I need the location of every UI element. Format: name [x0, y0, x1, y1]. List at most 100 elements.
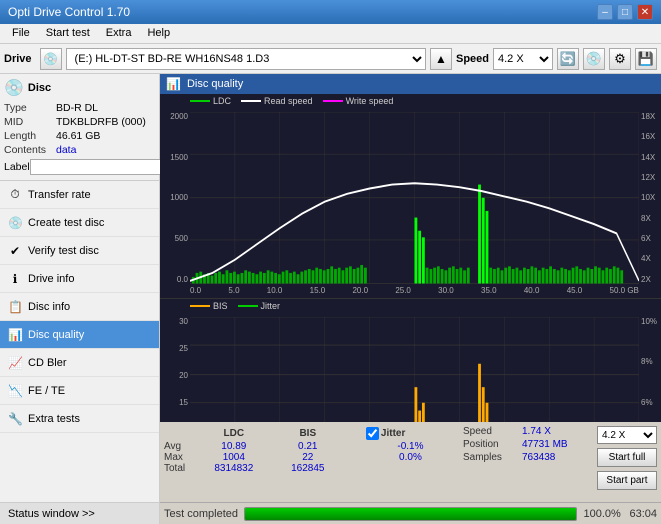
y-label-right: 8% — [641, 357, 659, 366]
eject-button[interactable]: ▲ — [430, 48, 452, 70]
x-label: 50.0 GB — [610, 286, 639, 295]
sidebar-item-cd-bler[interactable]: 📈 CD Bler — [0, 349, 159, 377]
sidebar-item-disc-info[interactable]: 📋 Disc info — [0, 293, 159, 321]
sidebar-item-extra-tests[interactable]: 🔧 Extra tests — [0, 405, 159, 433]
stats-row-max: Max 1004 22 0.0% — [164, 452, 459, 463]
speed-select[interactable]: 4.2 X — [493, 48, 553, 70]
y-label-right: 16X — [641, 132, 659, 141]
x-axis-upper: 0.0 5.0 10.0 15.0 20.0 25.0 30.0 35.0 40… — [190, 284, 639, 298]
y-label-right: 6% — [641, 398, 659, 407]
max-ldc: 1004 — [194, 452, 274, 463]
stats-row-total: Total 8314832 162845 — [164, 463, 459, 474]
disc-button[interactable]: 💿 — [583, 48, 605, 70]
sidebar-item-create-test-disc[interactable]: 💿 Create test disc — [0, 209, 159, 237]
speed-row-label: Speed — [463, 426, 518, 437]
content-status-bar: Test completed 100.0% 63:04 — [160, 502, 661, 524]
create-disc-icon: 💿 — [8, 216, 22, 230]
extra-tests-icon: 🔧 — [8, 412, 22, 426]
bis-label: BIS — [213, 301, 228, 311]
refresh-button[interactable]: 🔄 — [557, 48, 579, 70]
jitter-legend: Jitter — [238, 301, 281, 311]
drive-icon-button[interactable]: 💿 — [40, 48, 62, 70]
sidebar-item-transfer-rate[interactable]: ⏱ Transfer rate — [0, 181, 159, 209]
menu-file[interactable]: File — [4, 26, 38, 41]
y-label-right: 10% — [641, 317, 659, 326]
app-title: Opti Drive Control 1.70 — [8, 5, 130, 19]
disc-label-input[interactable] — [30, 159, 168, 175]
nav-section: ⏱ Transfer rate 💿 Create test disc ✔ Ver… — [0, 181, 159, 502]
drive-label: Drive — [4, 53, 32, 65]
y-label: 30 — [162, 317, 188, 326]
transfer-rate-icon: ⏱ — [8, 187, 22, 202]
disc-quality-icon: 📊 — [8, 328, 22, 342]
total-bis: 162845 — [274, 463, 342, 474]
save-button[interactable]: 💾 — [635, 48, 657, 70]
y-label-right: 12X — [641, 173, 659, 182]
start-part-button[interactable]: Start part — [597, 471, 657, 490]
y-label-right: 2X — [641, 275, 659, 284]
menu-help[interactable]: Help — [139, 26, 178, 41]
y-label: 0.0 — [162, 275, 188, 284]
sidebar-item-fe-te[interactable]: 📉 FE / TE — [0, 377, 159, 405]
sidebar-item-disc-quality[interactable]: 📊 Disc quality — [0, 321, 159, 349]
sidebar-item-drive-info[interactable]: ℹ Drive info — [0, 265, 159, 293]
sidebar-item-verify-test-disc[interactable]: ✔ Verify test disc — [0, 237, 159, 265]
mid-label: MID — [4, 116, 56, 128]
speed-label: Speed — [456, 53, 489, 65]
stats-row-avg: Avg 10.89 0.21 -0.1% — [164, 441, 459, 452]
y-label: 20 — [162, 371, 188, 380]
speed-position-info: Speed 1.74 X Position 47731 MB Samples 7… — [463, 426, 593, 463]
drive-select[interactable]: (E:) HL-DT-ST BD-RE WH16NS48 1.D3 — [66, 48, 426, 70]
y-label: 15 — [162, 398, 188, 407]
menu-extra[interactable]: Extra — [98, 26, 140, 41]
sidebar-item-label: Transfer rate — [28, 189, 91, 201]
sidebar-item-label: FE / TE — [28, 385, 65, 397]
upper-chart: LDC Read speed Write speed — [160, 94, 661, 299]
disc-info-icon: 📋 — [8, 300, 22, 314]
bis-color — [190, 305, 210, 307]
window-controls: – □ ✕ — [597, 4, 653, 20]
position-row-value: 47731 MB — [522, 439, 568, 450]
write-speed-legend: Write speed — [323, 96, 394, 106]
maximize-button[interactable]: □ — [617, 4, 633, 20]
y-label: 1000 — [162, 193, 188, 202]
type-label: Type — [4, 102, 56, 114]
close-button[interactable]: ✕ — [637, 4, 653, 20]
disc-quality-title: Disc quality — [187, 78, 243, 90]
menu-start-test[interactable]: Start test — [38, 26, 98, 41]
col-jitter: Jitter — [362, 426, 459, 441]
y-label-right: 8X — [641, 214, 659, 223]
mid-value: TDKBLDRFB (000) — [56, 116, 146, 128]
settings-button[interactable]: ⚙ — [609, 48, 631, 70]
sidebar-item-label: Disc quality — [28, 329, 84, 341]
progress-label: 100.0% — [583, 508, 623, 520]
fe-te-icon: 📉 — [8, 384, 22, 398]
menu-bar: File Start test Extra Help — [0, 24, 661, 44]
write-speed-color — [323, 100, 343, 102]
contents-value: data — [56, 144, 76, 156]
speed-dropdown[interactable]: 4.2 X — [597, 426, 657, 444]
length-value: 46.61 GB — [56, 130, 100, 142]
y-axis-upper-right: 18X 16X 14X 12X 10X 8X 6X 4X 2X — [639, 112, 661, 284]
jitter-checkbox-label[interactable]: Jitter — [366, 427, 455, 440]
ldc-color — [190, 100, 210, 102]
sidebar-item-label: Verify test disc — [28, 245, 99, 257]
minimize-button[interactable]: – — [597, 4, 613, 20]
col-bis: BIS — [274, 426, 342, 441]
drive-bar: Drive 💿 (E:) HL-DT-ST BD-RE WH16NS48 1.D… — [0, 44, 661, 74]
jitter-color — [238, 305, 258, 307]
title-bar: Opti Drive Control 1.70 – □ ✕ — [0, 0, 661, 24]
start-full-button[interactable]: Start full — [597, 448, 657, 467]
y-label: 1500 — [162, 153, 188, 162]
status-window-button[interactable]: Status window >> — [0, 502, 159, 524]
progress-bar — [245, 508, 576, 520]
jitter-checkbox[interactable] — [366, 427, 379, 440]
samples-row-value: 763438 — [522, 452, 555, 463]
samples-row: Samples 763438 — [463, 452, 593, 463]
type-value: BD-R DL — [56, 102, 98, 114]
y-label-right: 10X — [641, 193, 659, 202]
row-label-total: Total — [164, 463, 194, 474]
time-label: 63:04 — [629, 508, 657, 520]
lower-legend: BIS Jitter — [190, 301, 280, 311]
y-label: 2000 — [162, 112, 188, 121]
